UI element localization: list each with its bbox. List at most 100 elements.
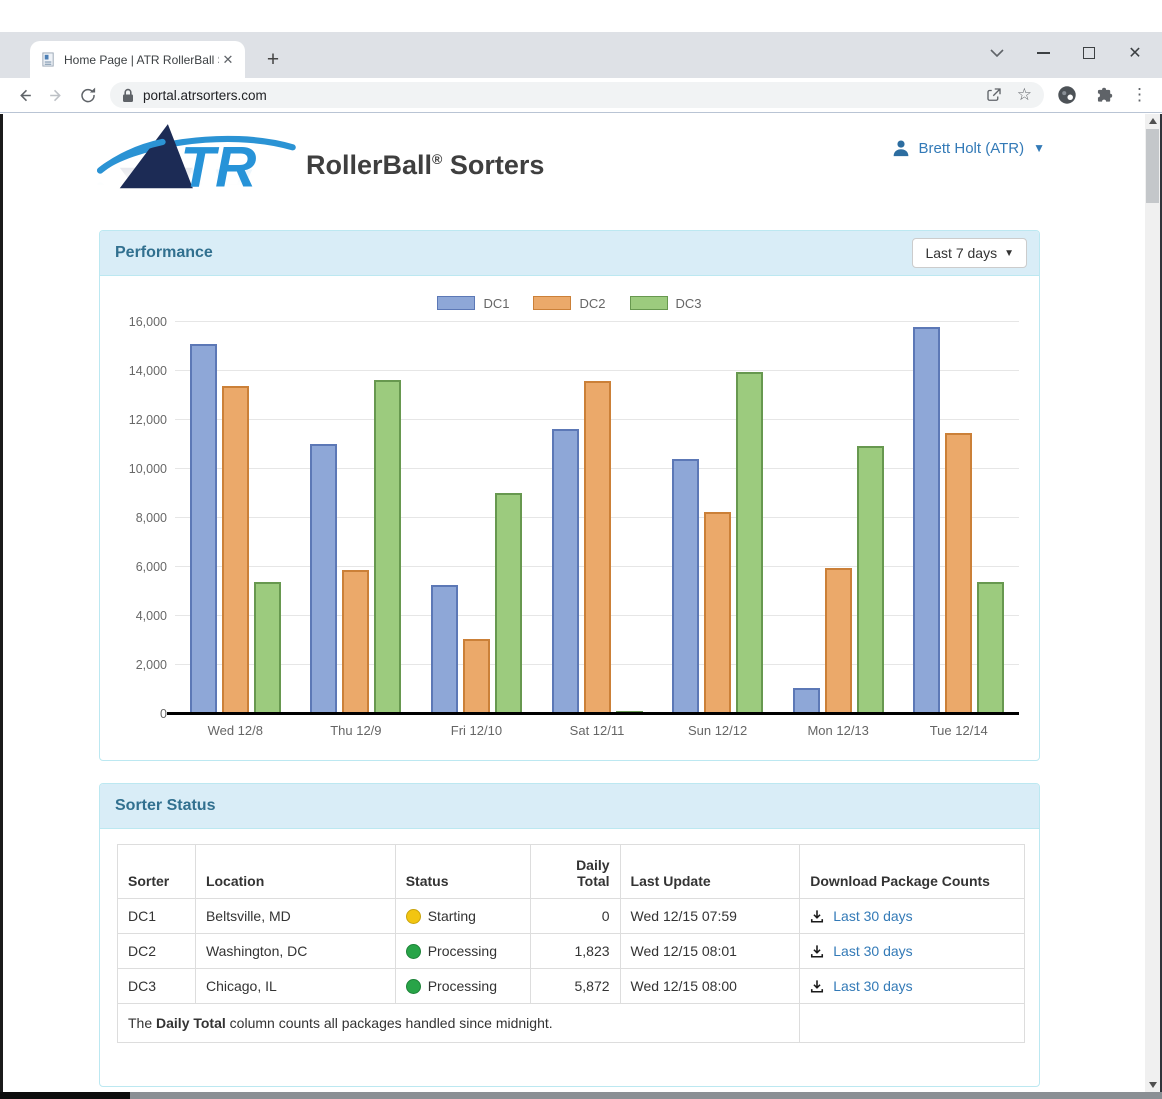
bar-group — [416, 322, 537, 714]
y-axis-tick-label: 14,000 — [115, 364, 167, 378]
minimize-button[interactable] — [1020, 38, 1066, 68]
status-table-head: SorterLocationStatusDaily TotalLast Upda… — [118, 845, 1025, 899]
new-tab-button[interactable]: + — [260, 47, 286, 73]
bar-DC1 — [431, 585, 458, 714]
download-link[interactable]: Last 30 days — [833, 943, 912, 959]
brand-main: RollerBall — [306, 150, 432, 180]
table-row: DC2Washington, DCProcessing1,823Wed 12/1… — [118, 934, 1025, 969]
bar-DC2 — [463, 639, 490, 714]
site-header: TR RollerBall® Sorters Brett Holt (ATR) … — [3, 118, 1145, 216]
bar-DC2 — [342, 570, 369, 714]
download-icon — [810, 979, 824, 994]
window-bottom-edge-2 — [130, 1092, 1162, 1099]
tab-close-icon[interactable]: ✕ — [219, 52, 237, 68]
table-cell: DC3 — [118, 969, 196, 1004]
y-axis-tick-label: 12,000 — [115, 413, 167, 427]
x-axis-labels: Wed 12/8Thu 12/9Fri 12/10Sat 12/11Sun 12… — [175, 723, 1019, 738]
table-cell: DC1 — [118, 899, 196, 934]
range-caret-icon: ▼ — [1004, 248, 1014, 259]
table-cell: Wed 12/15 07:59 — [620, 899, 800, 934]
y-axis-tick-label: 4,000 — [115, 609, 167, 623]
sorter-status-panel: Sorter Status SorterLocationStatusDaily … — [99, 783, 1040, 1087]
table-cell: Last 30 days — [800, 934, 1025, 969]
bar-group — [537, 322, 658, 714]
bars — [175, 322, 1019, 714]
bar-group — [898, 322, 1019, 714]
browser-menu-icon[interactable]: ⋮ — [1131, 85, 1148, 105]
status-dot — [406, 909, 421, 924]
date-range-label: Last 7 days — [925, 245, 997, 261]
column-header: Download Package Counts — [800, 845, 1025, 899]
user-caret-icon[interactable]: ▼ — [1033, 141, 1045, 155]
performance-panel: Performance Last 7 days ▼ DC1DC2DC3 02,0… — [99, 230, 1040, 761]
x-axis-label: Sun 12/12 — [657, 723, 778, 738]
table-cell: DC2 — [118, 934, 196, 969]
lock-icon[interactable] — [122, 88, 134, 103]
table-row: DC1Beltsville, MDStarting0Wed 12/15 07:5… — [118, 899, 1025, 934]
x-axis-label: Mon 12/13 — [778, 723, 899, 738]
bar-DC2 — [704, 512, 731, 714]
reload-button[interactable] — [72, 81, 104, 109]
browser-tab[interactable]: Home Page | ATR RollerBall Sorte ✕ — [30, 41, 245, 78]
scrollbar-thumb[interactable] — [1146, 129, 1159, 203]
x-axis-line — [167, 712, 1019, 715]
table-cell: Processing — [395, 969, 530, 1004]
legend-swatch — [437, 296, 475, 310]
x-axis-label: Tue 12/14 — [898, 723, 1019, 738]
sorter-status-header: Sorter Status — [100, 784, 1039, 829]
legend-swatch — [533, 296, 571, 310]
table-cell: Processing — [395, 934, 530, 969]
download-link[interactable]: Last 30 days — [833, 908, 912, 924]
status-table-body: DC1Beltsville, MDStarting0Wed 12/15 07:5… — [118, 899, 1025, 1043]
brand-title: RollerBall® Sorters — [306, 150, 544, 181]
window-left-edge — [0, 114, 3, 1092]
scrollbar-down-arrow-icon[interactable] — [1145, 1078, 1160, 1092]
table-cell: Last 30 days — [800, 969, 1025, 1004]
tab-search-chevron-icon[interactable] — [974, 38, 1020, 68]
maximize-button[interactable] — [1066, 38, 1112, 68]
vertical-scrollbar[interactable] — [1145, 114, 1160, 1092]
back-button[interactable] — [8, 81, 40, 109]
window-bottom-edge — [0, 1092, 130, 1099]
column-header: Location — [195, 845, 395, 899]
bar-DC2 — [222, 386, 249, 714]
y-axis-tick-label: 6,000 — [115, 560, 167, 574]
page-content: TR RollerBall® Sorters Brett Holt (ATR) … — [3, 114, 1145, 1092]
tab-strip: Home Page | ATR RollerBall Sorte ✕ + ✕ — [0, 32, 1162, 78]
logo-tr-text: TR — [180, 136, 256, 196]
extensions-puzzle-icon[interactable] — [1094, 85, 1115, 106]
column-header: Sorter — [118, 845, 196, 899]
table-cell: 0 — [530, 899, 620, 934]
url-text[interactable]: portal.atrsorters.com — [143, 88, 985, 103]
close-button[interactable]: ✕ — [1112, 38, 1158, 68]
share-icon[interactable] — [985, 86, 1003, 104]
legend-item: DC1 — [437, 296, 509, 311]
x-axis-label: Wed 12/8 — [175, 723, 296, 738]
date-range-button[interactable]: Last 7 days ▼ — [912, 238, 1027, 268]
table-cell: Wed 12/15 08:01 — [620, 934, 800, 969]
user-menu[interactable]: Brett Holt (ATR) ▼ — [892, 139, 1045, 157]
download-icon — [810, 909, 824, 924]
table-cell: Chicago, IL — [195, 969, 395, 1004]
bar-DC1 — [190, 344, 217, 714]
y-axis-tick-label: 10,000 — [115, 462, 167, 476]
chart: DC1DC2DC3 02,0004,0006,0008,00010,00012,… — [100, 276, 1039, 760]
empty-cell — [800, 1004, 1025, 1043]
forward-button[interactable] — [40, 81, 72, 109]
y-axis-tick-label: 2,000 — [115, 658, 167, 672]
column-header: Status — [395, 845, 530, 899]
bar-group — [778, 322, 899, 714]
download-link[interactable]: Last 30 days — [833, 978, 912, 994]
table-row: DC3Chicago, ILProcessing5,872Wed 12/15 0… — [118, 969, 1025, 1004]
bookmark-star-icon[interactable]: ☆ — [1017, 85, 1032, 105]
status-table: SorterLocationStatusDaily TotalLast Upda… — [117, 844, 1025, 1043]
bar-DC3 — [495, 493, 522, 714]
table-cell: Beltsville, MD — [195, 899, 395, 934]
extension-icon[interactable] — [1056, 84, 1078, 106]
url-bar[interactable]: portal.atrsorters.com ☆ — [110, 82, 1044, 108]
table-cell: Wed 12/15 08:00 — [620, 969, 800, 1004]
table-cell: 5,872 — [530, 969, 620, 1004]
user-name[interactable]: Brett Holt (ATR) — [919, 140, 1025, 157]
bar-group — [657, 322, 778, 714]
scrollbar-up-arrow-icon[interactable] — [1145, 114, 1160, 128]
